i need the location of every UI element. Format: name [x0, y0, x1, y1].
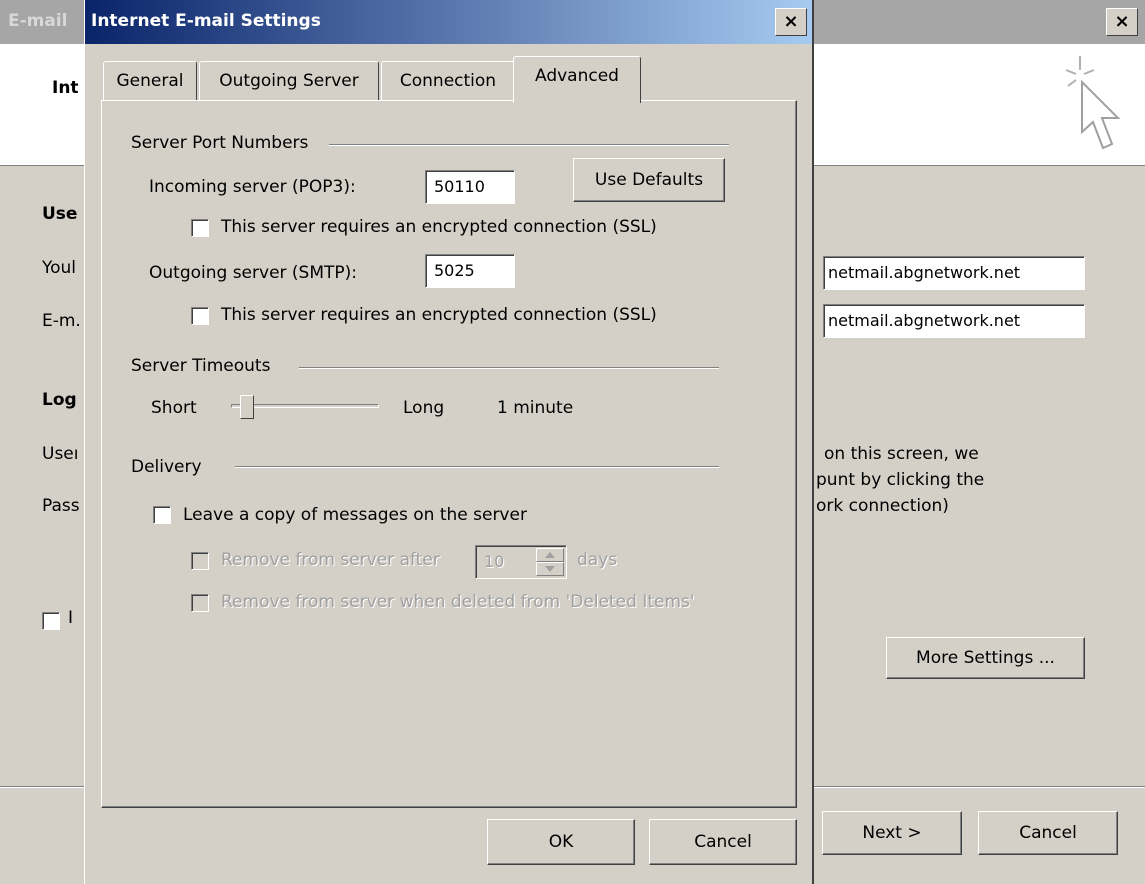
tab-advanced[interactable]: Advanced	[513, 56, 641, 103]
bg-cancel-button[interactable]: Cancel	[978, 811, 1118, 855]
dialog-title: Internet E-mail Settings	[91, 11, 321, 31]
tab-outgoing-server[interactable]: Outgoing Server	[199, 61, 379, 101]
dialog-close-button[interactable]: ×	[775, 8, 807, 36]
more-settings-button[interactable]: More Settings ...	[886, 637, 1085, 679]
bg-close-button[interactable]: ×	[1106, 8, 1138, 36]
bg-label-pass: Pass	[42, 496, 80, 516]
outgoing-server-field[interactable]: netmail.abgnetwork.net	[823, 304, 1085, 338]
bg-remember-checkbox[interactable]	[42, 612, 60, 630]
bg-info-line-2: punt by clicking the	[816, 470, 985, 490]
bg-label-user: Useı	[42, 444, 79, 464]
wizard-cursor-icon	[1065, 56, 1121, 150]
bg-section-logon: Log	[42, 390, 77, 410]
bg-info-line-3: ork connection)	[816, 496, 949, 516]
ok-button[interactable]: OK	[487, 819, 635, 865]
bg-section-user: Use	[42, 204, 78, 224]
dialog-titlebar: Internet E-mail Settings ×	[85, 0, 812, 44]
advanced-tab-panel	[101, 100, 797, 808]
tab-connection[interactable]: Connection	[381, 61, 515, 101]
bg-header-title: Int	[52, 78, 79, 98]
tab-general[interactable]: General	[103, 61, 197, 101]
bg-label-your: Youl	[42, 258, 77, 278]
next-button[interactable]: Next >	[822, 811, 962, 855]
internet-email-settings-dialog: Internet E-mail Settings × General Outgo…	[84, 0, 814, 884]
incoming-server-field[interactable]: netmail.abgnetwork.net	[823, 256, 1085, 290]
bg-checkbox-label: I	[68, 608, 74, 628]
bg-window-title: E-mail	[8, 11, 68, 31]
bg-info-line-1: on this screen, we	[824, 444, 979, 464]
dialog-cancel-button[interactable]: Cancel	[649, 819, 797, 865]
bg-label-email: E-m.	[42, 311, 81, 331]
